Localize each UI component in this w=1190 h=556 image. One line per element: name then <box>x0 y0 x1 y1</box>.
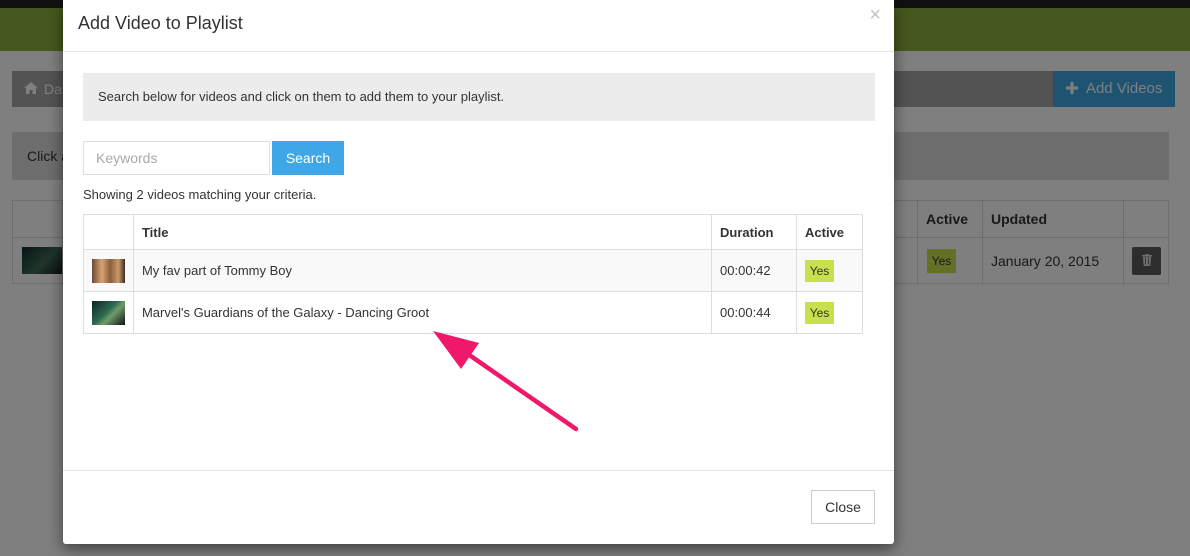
search-results-table: Title Duration Active My fav part of Tom… <box>83 214 863 334</box>
table-header-row: Title Duration Active <box>83 214 863 250</box>
video-duration: 00:00:44 <box>711 291 797 334</box>
active-cell: Yes <box>796 291 863 334</box>
status-badge: Yes <box>805 301 834 324</box>
column-header-active: Active <box>796 214 863 250</box>
status-badge: Yes <box>805 259 834 282</box>
video-thumbnail[interactable] <box>91 300 125 325</box>
add-video-modal: Add Video to Playlist × Search below for… <box>63 0 894 544</box>
result-summary: Showing 2 videos matching your criteria. <box>83 187 317 202</box>
table-row[interactable]: Marvel's Guardians of the Galaxy - Danci… <box>83 291 863 334</box>
instructions-text: Search below for videos and click on the… <box>98 89 505 104</box>
thumbnail-cell[interactable] <box>83 249 134 292</box>
video-title[interactable]: Marvel's Guardians of the Galaxy - Danci… <box>132 291 713 334</box>
close-icon[interactable]: × <box>869 5 881 25</box>
thumbnail-cell[interactable] <box>83 291 134 334</box>
active-cell: Yes <box>796 249 863 292</box>
column-header-thumbnail <box>83 214 134 250</box>
video-title[interactable]: My fav part of Tommy Boy <box>132 249 713 292</box>
table-row[interactable]: My fav part of Tommy Boy 00:00:42 Yes <box>83 249 863 292</box>
modal-footer-divider <box>63 470 894 471</box>
keywords-search-input[interactable] <box>83 141 270 175</box>
modal-title: Add Video to Playlist <box>78 13 243 33</box>
modal-header: Add Video to Playlist × <box>63 0 894 52</box>
video-duration: 00:00:42 <box>711 249 797 292</box>
video-thumbnail[interactable] <box>91 258 125 283</box>
column-header-title: Title <box>132 214 713 250</box>
instructions-panel: Search below for videos and click on the… <box>83 73 875 121</box>
search-button[interactable]: Search <box>272 141 344 175</box>
column-header-duration: Duration <box>711 214 797 250</box>
close-button[interactable]: Close <box>811 490 875 524</box>
